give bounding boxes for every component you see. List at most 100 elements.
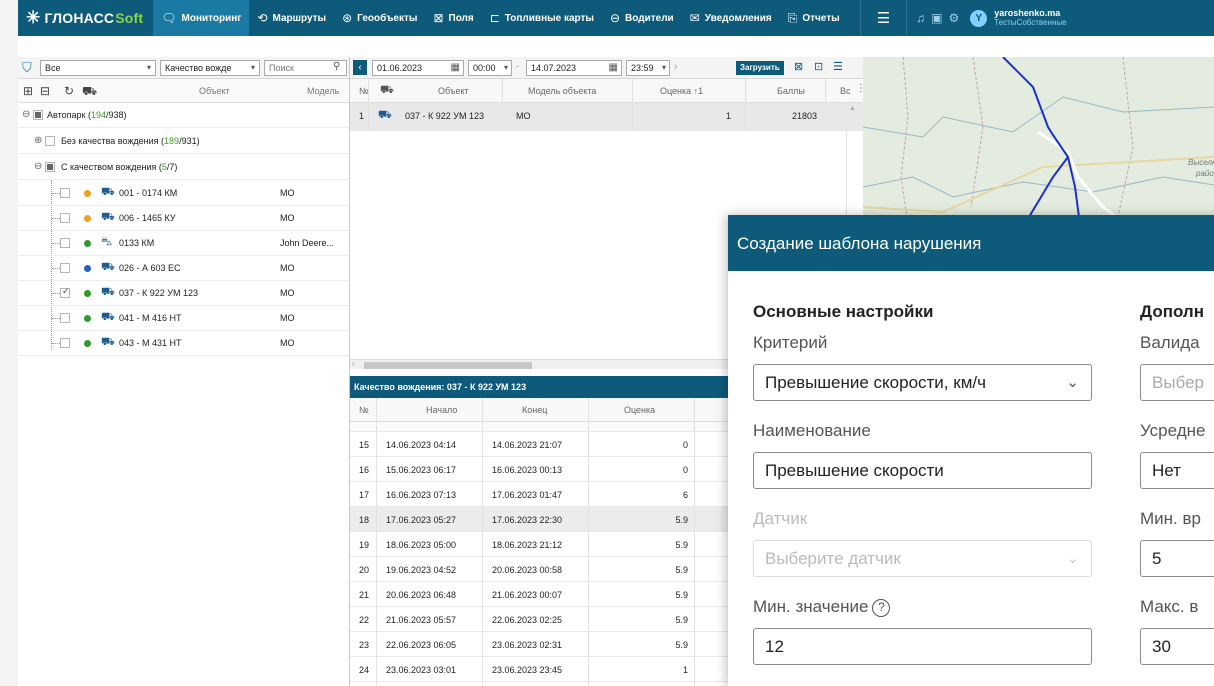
nav-right-tools: ☰ ♫ ▣ ⚙ Y yaroshenko.ma ТестыСобственные [854,0,1067,36]
table-row[interactable]: 21 20.06.2023 06:48 21.06.2023 00:07 5.9 [350,582,728,607]
scroll-up-icon[interactable]: ▲ [849,105,856,112]
sensor-select[interactable]: Выберите датчик ⌄ [753,540,1092,577]
table-row[interactable]: 15 14.06.2023 04:14 14.06.2023 21:07 0 [350,432,728,457]
vehicle-row[interactable]: ⛍ 0133 КМ John Deere... [18,231,349,256]
nav-item-drivers[interactable]: ⊖ Водители [602,0,682,36]
date-from-input[interactable]: 01.06.2023 ▦ [372,60,464,76]
quality-filter-select[interactable]: Качество вожде ▾ [160,60,260,76]
calendar-icon[interactable]: ▦ [609,62,618,73]
col-points-header[interactable]: Баллы [777,86,805,96]
tree-group-with-quality[interactable]: ⊖ С качеством вождения (5/7) [18,155,349,180]
vehicle-checkbox[interactable] [60,338,70,348]
filter-funnel-icon[interactable]: ⛉ [22,60,32,76]
load-button[interactable]: Загрузить [736,61,784,75]
tree-group-no-quality[interactable]: ⊕ Без качества вождения (189/931) [18,129,349,154]
grid-toggle-icon[interactable]: ⊟ [40,84,50,98]
col-model-header[interactable]: Модель объекта [528,86,596,96]
collapse-left-button[interactable]: ‹ [353,60,367,75]
averaging-select[interactable]: Нет [1140,452,1214,489]
nav-item-geoobjects[interactable]: ⊛ Геообъекты [334,0,425,36]
scroll-left-icon[interactable]: ‹ [352,359,355,368]
col-score-header[interactable]: Оценка [624,405,655,415]
table-row[interactable]: 19 18.06.2023 05:00 18.06.2023 21:12 5.9 [350,532,728,557]
max-value-input[interactable]: 30 [1140,628,1214,665]
nav-item-routes[interactable]: ⟲ Маршруты [249,0,334,36]
search-icon[interactable]: ⚲ [333,61,340,72]
collapse-minus-icon[interactable]: ⊖ [22,109,30,120]
vehicle-checkbox[interactable] [60,263,70,273]
col-object-header[interactable]: Объект [199,86,230,96]
nav-item-fuel-cards[interactable]: ⊏ Топливные карты [482,0,602,36]
table-row[interactable]: 20 19.06.2023 04:52 20.06.2023 00:58 5.9 [350,557,728,582]
console-icon[interactable]: ▣ [928,11,945,25]
vehicle-row[interactable]: ⛟ 037 - К 922 УМ 123 МО [18,281,349,306]
top-grid-row[interactable]: 1 ⛟ 037 - К 922 УМ 123 МО 1 21803 ▲ [350,103,863,131]
user-profile[interactable]: Y yaroshenko.ma ТестыСобственные [970,8,1067,28]
time-from-select[interactable]: 00:00 ▾ [468,60,512,76]
nav-item-notifications[interactable]: ✉ Уведомления [682,0,780,36]
nav-item-monitoring[interactable]: 🗨 Мониторинг [153,0,250,36]
logo-star-icon: ✳ [26,8,41,27]
tree-group-autopark[interactable]: ⊖ Автопарк (194/938) [18,103,349,128]
min-time-input[interactable]: 5 [1140,540,1214,577]
table-row[interactable]: 22 21.06.2023 05:57 22.06.2023 02:25 5.9 [350,607,728,632]
group-checkbox[interactable] [45,162,55,172]
col-object-header[interactable]: Объект [438,86,469,96]
criterion-value: Превышение скорости, км/ч [765,373,986,392]
time-to-select[interactable]: 23:59 ▾ [626,60,670,76]
chevron-right-icon[interactable]: › [674,61,678,73]
col-model-header[interactable]: Модель [307,86,339,96]
criterion-select[interactable]: Превышение скорости, км/ч ⌄ [753,364,1092,401]
calendar-icon[interactable]: ▦ [451,62,460,73]
group-filter-select[interactable]: Все ▾ [40,60,156,76]
name-label: Наименование [753,421,871,440]
menu-hamburger-icon[interactable]: ☰ [867,9,900,27]
col-extra-header[interactable]: Вс [840,86,851,96]
vehicle-name: 006 - 1465 КУ [119,213,176,223]
help-question-icon[interactable]: ? [872,599,891,617]
vehicle-model: МО [280,313,295,323]
tree-branch [52,293,60,294]
nav-item-reports[interactable]: ⎘ Отчеты [780,0,848,36]
col-score-header[interactable]: Оценка ↑1 [660,86,703,96]
car-icon: ⛟ [101,186,115,198]
bell-icon[interactable]: ♫ [913,11,928,25]
group-checkbox[interactable] [33,110,43,120]
vehicle-checkbox[interactable] [60,213,70,223]
table-row[interactable]: 17 16.06.2023 07:13 17.06.2023 01:47 6 [350,482,728,507]
name-input[interactable]: Превышение скорости [753,452,1092,489]
vehicle-row[interactable]: ⛟ 006 - 1465 КУ МО [18,206,349,231]
expand-plus-icon[interactable]: ⊕ [34,135,42,146]
excel-export-icon[interactable]: ⊠ [794,60,803,73]
vehicle-row[interactable]: ⛟ 043 - М 431 НТ МО [18,331,349,356]
min-value-input[interactable]: 12 [753,628,1092,665]
vehicle-row[interactable]: ⛟ 001 - 0174 КМ МО [18,181,349,206]
table-row[interactable]: 24 23.06.2023 03:01 23.06.2023 23:45 1 [350,657,728,682]
vehicle-checkbox[interactable] [60,313,70,323]
group-checkbox[interactable] [45,136,55,146]
settings-gear-icon[interactable]: ⚙ [945,11,962,25]
table-row[interactable]: 23 22.06.2023 06:05 23.06.2023 02:31 5.9 [350,632,728,657]
scroll-thumb[interactable] [364,362,532,369]
validator-select[interactable]: Выбер [1140,364,1214,401]
settings-sliders-icon[interactable]: ☰ [833,60,843,73]
car-icon[interactable]: ⛟ [82,84,97,100]
vehicle-checkbox[interactable] [60,286,70,298]
refresh-icon[interactable]: ↻ [64,84,74,98]
nav-item-fields[interactable]: ⊠ Поля [425,0,481,36]
date-to-input[interactable]: 14.07.2023 ▦ [526,60,622,76]
vehicle-row[interactable]: ⛟ 026 - А 603 ЕС МО [18,256,349,281]
table-row[interactable]: 18 17.06.2023 05:27 17.06.2023 22:30 5.9 [350,507,728,532]
vehicle-row[interactable]: ⛟ 041 - М 416 НТ МО [18,306,349,331]
table-row[interactable]: 16 15.06.2023 06:17 16.06.2023 00:13 0 [350,457,728,482]
pdf-export-icon[interactable]: ⊡ [814,60,823,73]
col-start-header[interactable]: Начало [426,405,457,415]
collapse-minus-icon[interactable]: ⊖ [34,161,42,172]
col-number-header[interactable]: № [359,405,369,415]
col-end-header[interactable]: Конец [522,405,547,415]
vehicle-checkbox[interactable] [60,238,70,248]
logo[interactable]: ✳ ГЛОНАСС Soft [18,0,153,36]
expand-collapse-icon[interactable]: ⊞ [23,84,33,98]
group-total: 7 [169,162,175,172]
vehicle-checkbox[interactable] [60,188,70,198]
